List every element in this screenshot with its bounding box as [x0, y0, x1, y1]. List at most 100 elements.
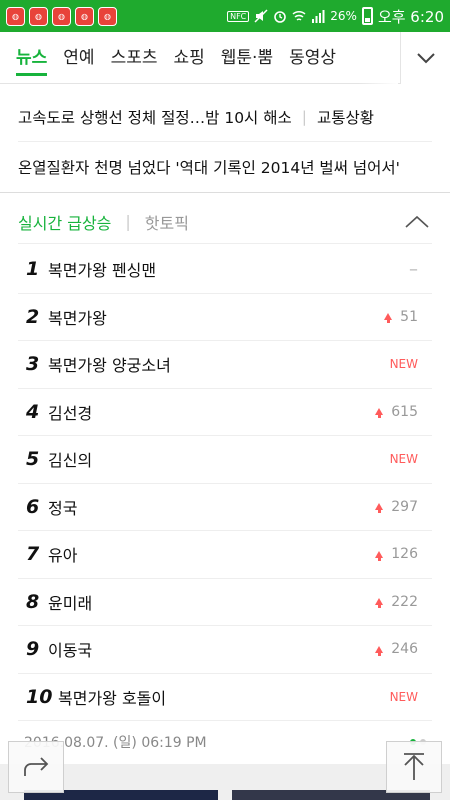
- chevron-up-icon: [405, 215, 429, 228]
- rank-change: 222: [375, 594, 418, 610]
- rank-number: 10: [26, 685, 53, 708]
- tab-3[interactable]: 쇼핑: [165, 32, 212, 84]
- ranking-header: 실시간 급상승 | 핫토픽: [18, 200, 432, 244]
- app-notification-icon: ◍: [98, 6, 117, 26]
- rank-number: 4: [26, 400, 40, 423]
- headline-tag[interactable]: 교통상황: [317, 106, 374, 128]
- ranking-row[interactable]: 1 복면가왕 펜싱맨 –: [18, 246, 432, 294]
- rank-term: 복면가왕 펜싱맨: [48, 261, 157, 281]
- rank-number: 8: [26, 590, 40, 613]
- rank-term: 정국: [48, 498, 78, 518]
- ranking-row[interactable]: 9 이동국 246: [18, 626, 432, 674]
- rank-change: 246: [375, 641, 418, 657]
- scroll-to-top-icon: [404, 753, 424, 780]
- rank-number: 2: [26, 305, 40, 328]
- ranking-row[interactable]: 7 유아 126: [18, 531, 432, 579]
- app-notification-icon: ◍: [52, 6, 71, 26]
- rank-term: 유아: [48, 546, 78, 566]
- rank-change: –: [409, 259, 418, 280]
- rank-number: 7: [26, 543, 40, 566]
- rank-number: 5: [26, 448, 40, 471]
- ranking-row[interactable]: 6 정국 297: [18, 484, 432, 531]
- rank-change: NEW: [390, 690, 418, 704]
- rank-change-value: NEW: [389, 357, 418, 372]
- tab-fade: [358, 32, 398, 84]
- tab-4[interactable]: 웹툰·뿜: [213, 32, 281, 84]
- rank-change-value: 126: [391, 546, 418, 563]
- signal-icon: [312, 10, 325, 23]
- rank-change: NEW: [390, 452, 418, 466]
- tab-hot-topic[interactable]: 핫토픽: [145, 210, 189, 234]
- section-divider: [0, 192, 450, 193]
- ranking-row[interactable]: 4 김선경 615: [18, 389, 432, 436]
- nfc-icon: NFC: [227, 10, 250, 22]
- rank-change: 51: [384, 309, 418, 325]
- rank-number: 3: [26, 353, 40, 376]
- rank-change: 297: [375, 499, 418, 515]
- app-notification-icon: ◍: [75, 6, 94, 26]
- rank-change-value: 297: [391, 498, 418, 515]
- ranking-list: 1 복면가왕 펜싱맨 – 2 복면가왕 51 3 복면가왕 양궁소녀 NEW 4 김선경 615 5 김신…: [18, 246, 432, 721]
- rank-change-value: 222: [391, 593, 418, 610]
- rank-change-value: 615: [391, 403, 418, 420]
- rank-change-value: 246: [391, 641, 418, 658]
- share-button[interactable]: [8, 741, 64, 793]
- rank-term: 윤미래: [48, 593, 93, 613]
- clock: 오후 6:20: [377, 7, 444, 26]
- status-bar: ◍ ◍ ◍ ◍ ◍ NFC 26% 오후 6:20: [0, 0, 450, 32]
- ranking-row[interactable]: 8 윤미래 222: [18, 579, 432, 626]
- ranking-row[interactable]: 2 복면가왕 51: [18, 294, 432, 341]
- rank-change-value: NEW: [389, 689, 418, 704]
- rise-arrow-icon: [375, 503, 384, 514]
- notification-icons: ◍ ◍ ◍ ◍ ◍: [6, 6, 121, 26]
- battery-icon: [361, 7, 373, 25]
- divider: |: [301, 107, 307, 126]
- tab-1[interactable]: 연예: [55, 32, 102, 84]
- chevron-down-icon: [416, 53, 435, 64]
- ranking-row[interactable]: 10 복면가왕 호돌이 NEW: [18, 674, 432, 721]
- rank-change-value: NEW: [389, 452, 418, 467]
- tab-0[interactable]: 뉴스: [8, 32, 55, 84]
- rank-change: 126: [375, 546, 418, 562]
- rise-arrow-icon: [375, 550, 384, 561]
- share-arrow-icon: [24, 757, 49, 776]
- rank-change-value: 51: [400, 308, 418, 325]
- rank-number: 6: [26, 495, 40, 518]
- rise-arrow-icon: [384, 313, 393, 324]
- rank-number: 9: [26, 638, 40, 661]
- rank-term: 김선경: [48, 403, 93, 423]
- rise-arrow-icon: [375, 645, 384, 656]
- rise-arrow-icon: [375, 598, 384, 609]
- rank-term: 복면가왕 호돌이: [58, 688, 167, 708]
- category-tabs: 뉴스 연예 스포츠 쇼핑 웹툰·뿜 동영상: [0, 32, 450, 84]
- rise-arrow-icon: [375, 408, 384, 419]
- rank-term: 이동국: [48, 641, 93, 661]
- headline-item[interactable]: 온열질환자 천명 넘었다 '역대 기록인 2014년 벌써 넘어서': [18, 142, 432, 192]
- battery-percent: 26%: [330, 9, 357, 23]
- tab-5[interactable]: 동영상: [281, 32, 344, 84]
- wifi-icon: [292, 10, 306, 21]
- rank-term: 김신의: [48, 451, 93, 471]
- collapse-button[interactable]: [402, 207, 432, 237]
- rank-change: 615: [375, 404, 418, 420]
- rank-term: 복면가왕 양궁소녀: [48, 356, 171, 376]
- ranking-row[interactable]: 5 김신의 NEW: [18, 436, 432, 484]
- divider: |: [125, 212, 131, 231]
- app-notification-icon: ◍: [29, 6, 48, 26]
- mute-icon: [254, 9, 268, 23]
- ranking-row[interactable]: 3 복면가왕 양궁소녀 NEW: [18, 341, 432, 389]
- headline-item[interactable]: 고속도로 상행선 정체 절정…밤 10시 해소 | 교통상황: [18, 92, 432, 142]
- alarm-icon: [274, 11, 287, 23]
- app-notification-icon: ◍: [6, 6, 25, 26]
- rank-term: 복면가왕: [48, 308, 107, 328]
- headline-title: 온열질환자 천명 넘었다 '역대 기록인 2014년 벌써 넘어서': [18, 159, 400, 177]
- scroll-top-button[interactable]: [386, 741, 442, 793]
- tab-realtime-rising[interactable]: 실시간 급상승: [18, 210, 111, 234]
- tabs-more-button[interactable]: [400, 32, 450, 84]
- rank-change: NEW: [390, 357, 418, 371]
- status-indicators: NFC 26% 오후 6:20: [227, 6, 444, 27]
- rank-change-value: –: [409, 258, 418, 280]
- tab-2[interactable]: 스포츠: [103, 32, 166, 84]
- headline-title: 고속도로 상행선 정체 절정…밤 10시 해소: [18, 108, 292, 127]
- rank-number: 1: [26, 258, 40, 281]
